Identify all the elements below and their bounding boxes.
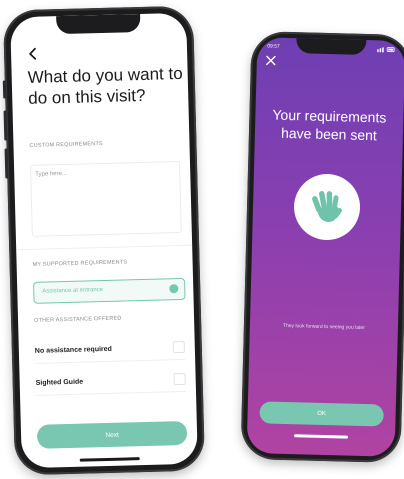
mute-switch bbox=[2, 80, 7, 99]
option-no-assistance[interactable]: No assistance required bbox=[34, 336, 186, 364]
confirmation-screen: 09:57 Your requirements have been sent T… bbox=[246, 37, 404, 457]
confirmation-title: Your requirements have been sent bbox=[272, 106, 387, 144]
volume-down-button bbox=[4, 148, 9, 179]
supported-requirement-label: Assistance at entrance bbox=[42, 287, 104, 295]
waving-hand-icon bbox=[312, 191, 342, 223]
back-chevron-icon[interactable] bbox=[27, 47, 39, 61]
checkbox-icon[interactable] bbox=[172, 340, 185, 354]
status-time: 09:57 bbox=[267, 43, 280, 50]
right-phone: 09:57 Your requirements have been sent T… bbox=[240, 30, 404, 464]
notch bbox=[56, 13, 141, 35]
section-divider bbox=[16, 244, 193, 251]
notch bbox=[296, 38, 367, 55]
page-title: What do you want to do on this visit? bbox=[27, 63, 183, 108]
option-label: No assistance required bbox=[34, 345, 112, 355]
home-indicator bbox=[79, 457, 140, 462]
status-icons bbox=[377, 46, 395, 54]
volume-up-button bbox=[3, 110, 8, 141]
hand-badge bbox=[293, 173, 361, 241]
ok-button[interactable]: OK bbox=[259, 401, 384, 427]
option-label: Sighted Guide bbox=[35, 378, 84, 387]
confirmation-subtitle: They look forward to seeing you later bbox=[282, 322, 365, 332]
close-icon[interactable] bbox=[266, 55, 276, 66]
signal-battery-icon bbox=[377, 47, 395, 53]
supported-requirements-label: MY SUPPORTED REQUIREMENTS bbox=[32, 259, 128, 268]
custom-requirements-label: CUSTOM REQUIREMENTS bbox=[29, 140, 103, 149]
custom-requirements-input[interactable]: Type here... bbox=[29, 160, 182, 237]
requirements-form-screen: What do you want to do on this visit? CU… bbox=[10, 12, 198, 469]
supported-requirement-chip[interactable]: Assistance at entrance bbox=[33, 277, 186, 304]
left-phone: What do you want to do on this visit? CU… bbox=[2, 5, 206, 476]
custom-requirements-placeholder: Type here... bbox=[35, 170, 68, 178]
checkbox-icon[interactable] bbox=[173, 372, 186, 386]
selected-dot-icon bbox=[169, 284, 179, 294]
option-sighted-guide[interactable]: Sighted Guide bbox=[35, 368, 186, 396]
home-indicator bbox=[294, 434, 349, 439]
other-assistance-label: OTHER ASSISTANCE OFFERED bbox=[34, 315, 122, 324]
next-button[interactable]: Next bbox=[36, 420, 188, 449]
